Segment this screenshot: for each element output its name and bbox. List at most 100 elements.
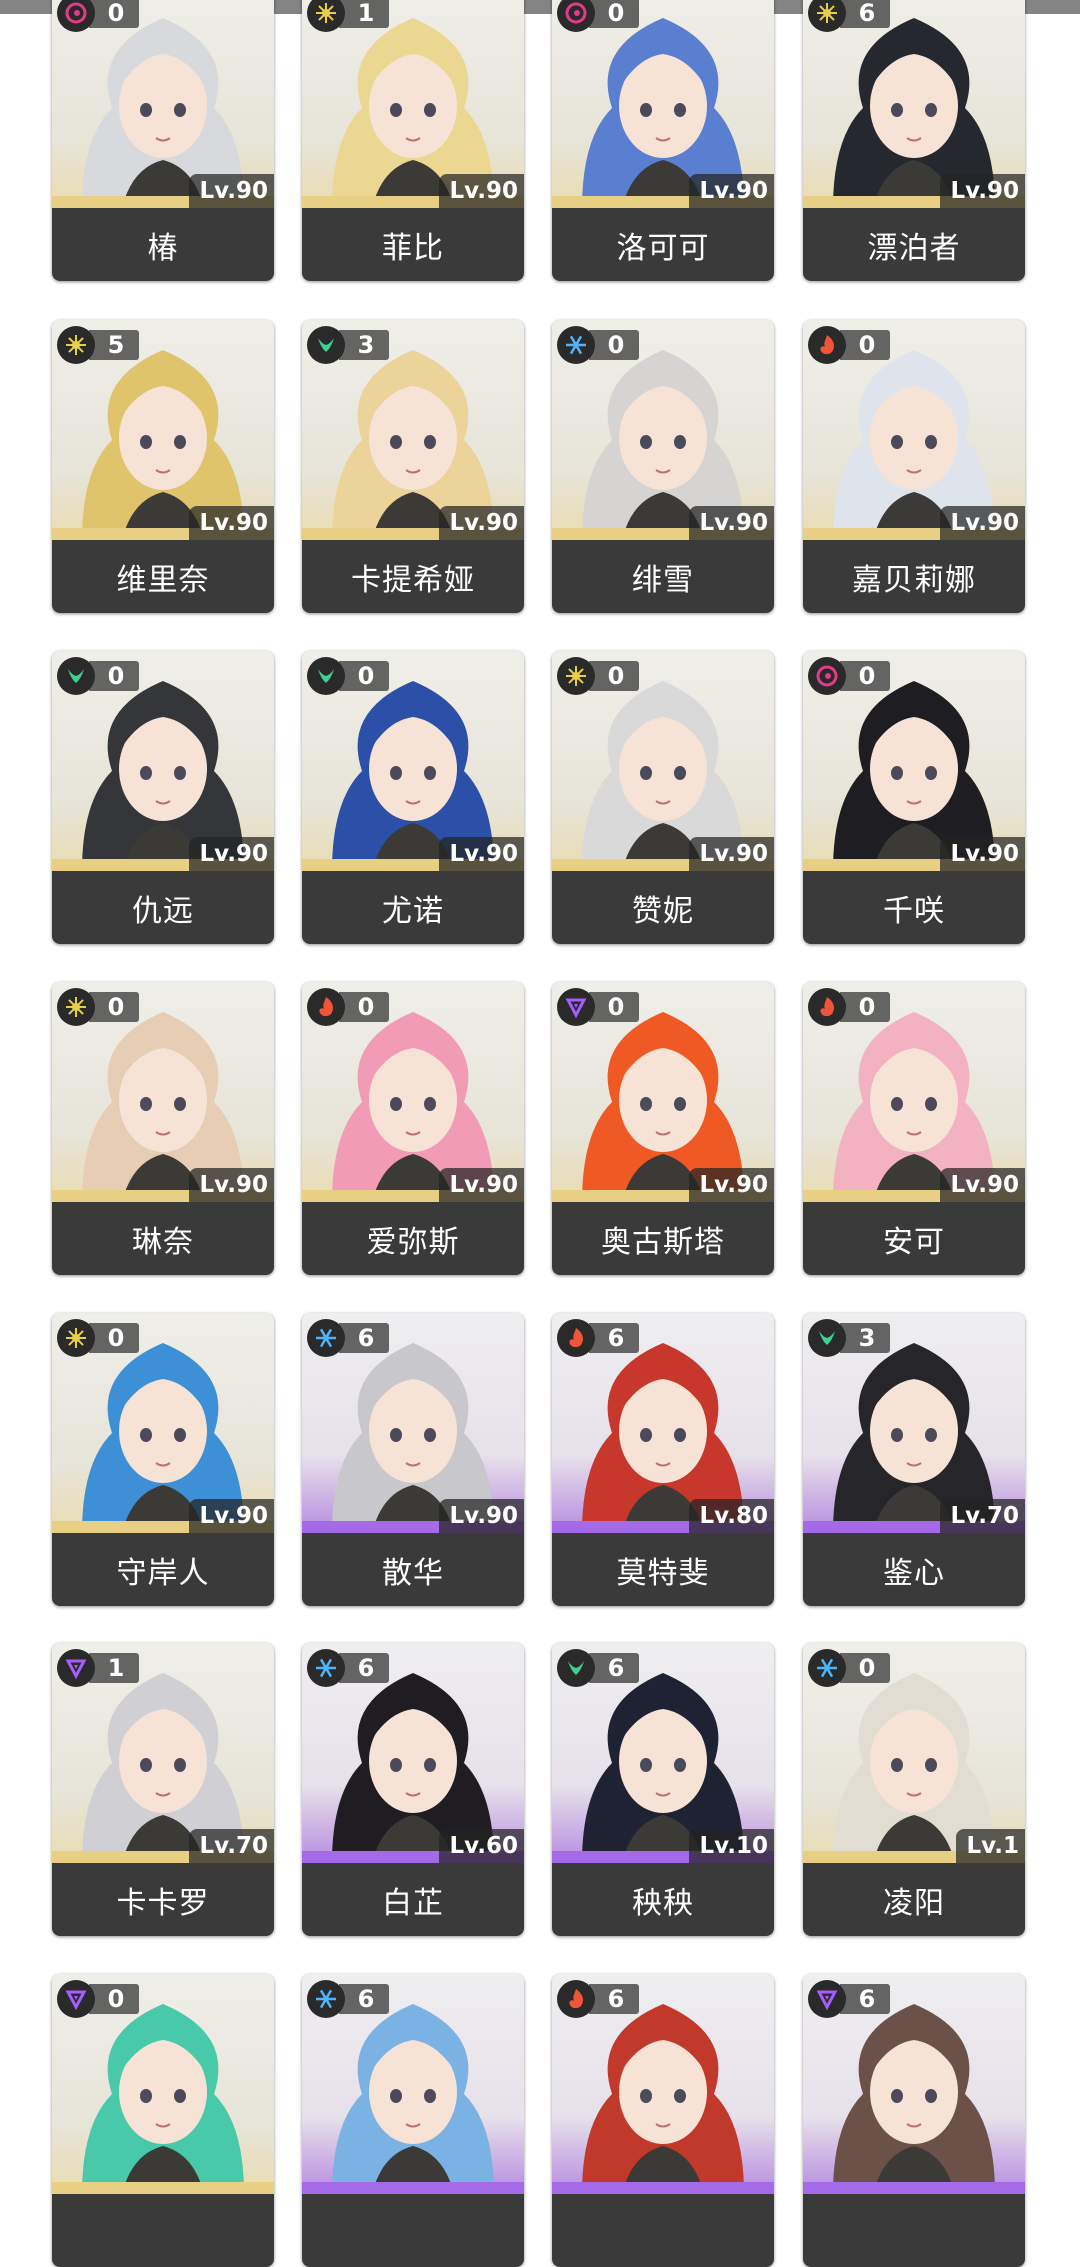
character-card[interactable]: 0 Lv.90 仇远	[52, 651, 274, 944]
resonance-badge: 0	[57, 1979, 139, 2019]
sequence-rank: 6	[840, 1984, 890, 2014]
character-card[interactable]: 6 Lv.60 白芷	[302, 1643, 524, 1936]
level-label: Lv.90	[940, 837, 1025, 871]
aero-icon	[57, 657, 95, 695]
character-card[interactable]: 0 Lv.90 绯雪	[552, 320, 774, 613]
resonance-badge: 0	[808, 325, 890, 365]
level-label: Lv.90	[439, 506, 524, 540]
character-card[interactable]: 1 Lv.70 卡卡罗	[52, 1643, 274, 1936]
spectro-icon	[57, 988, 95, 1026]
character-name: 椿	[52, 208, 274, 281]
resonance-badge: 0	[808, 1648, 890, 1688]
resonance-badge: 3	[808, 1318, 890, 1358]
character-card[interactable]: 0 Lv.90 赞妮	[552, 651, 774, 944]
character-portrait: 0 Lv.90	[52, 651, 274, 871]
sequence-rank: 6	[339, 1653, 389, 1683]
level-label: Lv.70	[189, 1829, 274, 1863]
character-name: 秧秧	[552, 1863, 774, 1936]
electro-icon	[57, 1649, 95, 1687]
resonance-badge: 1	[307, 0, 389, 33]
sequence-rank: 0	[589, 661, 639, 691]
character-portrait: 0 Lv.90	[552, 982, 774, 1202]
character-card[interactable]: 0 Lv.90 爱弥斯	[302, 982, 524, 1275]
character-card[interactable]: 3 Lv.90 卡提希娅	[302, 320, 524, 613]
sequence-rank: 3	[339, 330, 389, 360]
character-card[interactable]: 6 Lv.10 秧秧	[552, 1643, 774, 1936]
character-portrait: 1 Lv.70	[52, 1643, 274, 1863]
character-card[interactable]: 3 Lv.70 鉴心	[803, 1313, 1025, 1606]
resonance-badge: 0	[557, 325, 639, 365]
character-portrait: 0 Lv.90	[302, 982, 524, 1202]
rarity-stripe	[302, 2182, 524, 2194]
character-card[interactable]: 0 Lv.90 千咲	[803, 651, 1025, 944]
character-card[interactable]: 0 Lv.90 嘉贝莉娜	[803, 320, 1025, 613]
sequence-rank: 0	[339, 661, 389, 691]
fusion-icon	[808, 326, 846, 364]
resonance-badge: 6	[808, 1979, 890, 2019]
resonance-badge: 0	[307, 987, 389, 1027]
character-card[interactable]: 5 Lv.90 维里奈	[52, 320, 274, 613]
resonance-badge: 5	[57, 325, 139, 365]
character-card[interactable]: 1 Lv.90 菲比	[302, 0, 524, 281]
sequence-rank: 1	[89, 1653, 139, 1683]
character-card[interactable]: 6 Lv.90 散华	[302, 1313, 524, 1606]
spectro-icon	[57, 1319, 95, 1357]
character-card[interactable]: 0 Lv.1 凌阳	[803, 1643, 1025, 1936]
level-label: Lv.90	[439, 1168, 524, 1202]
level-label: Lv.70	[940, 1499, 1025, 1533]
character-name: 绯雪	[552, 540, 774, 613]
character-card[interactable]: 0 Lv.90 安可	[803, 982, 1025, 1275]
character-card[interactable]: 0 Lv.90 奥古斯塔	[552, 982, 774, 1275]
character-card[interactable]: 6	[302, 1974, 524, 2267]
character-card[interactable]: 0 Lv.90 尤诺	[302, 651, 524, 944]
character-name	[302, 2194, 524, 2267]
character-name: 尤诺	[302, 871, 524, 944]
character-card[interactable]: 0 Lv.90 守岸人	[52, 1313, 274, 1606]
character-portrait: 0 Lv.90	[52, 1313, 274, 1533]
level-label: Lv.90	[940, 506, 1025, 540]
electro-icon	[557, 988, 595, 1026]
character-portrait: 6	[803, 1974, 1025, 2194]
character-card[interactable]: 0 Lv.90 琳奈	[52, 982, 274, 1275]
rarity-stripe	[52, 2182, 274, 2194]
sequence-rank: 0	[89, 661, 139, 691]
resonance-badge: 0	[557, 987, 639, 1027]
resonance-badge: 0	[307, 656, 389, 696]
character-portrait: 0 Lv.90	[52, 0, 274, 208]
character-card[interactable]: 6 Lv.80 莫特斐	[552, 1313, 774, 1606]
character-card[interactable]: 0	[52, 1974, 274, 2267]
resonance-badge: 6	[557, 1648, 639, 1688]
resonance-badge: 6	[808, 0, 890, 33]
character-card[interactable]: 6 Lv.90 漂泊者	[803, 0, 1025, 281]
level-label: Lv.1	[956, 1829, 1025, 1863]
character-card[interactable]: 6	[803, 1974, 1025, 2267]
character-card[interactable]: 0 Lv.90 椿	[52, 0, 274, 281]
character-portrait: 6 Lv.80	[552, 1313, 774, 1533]
fusion-icon	[557, 1980, 595, 2018]
level-label: Lv.90	[439, 1499, 524, 1533]
character-portrait: 6 Lv.90	[302, 1313, 524, 1533]
sequence-rank: 1	[339, 0, 389, 28]
spectro-icon	[57, 326, 95, 364]
character-name: 仇远	[52, 871, 274, 944]
character-portrait: 0 Lv.90	[803, 982, 1025, 1202]
rarity-stripe	[552, 2182, 774, 2194]
aero-icon	[557, 1649, 595, 1687]
aero-icon	[307, 657, 345, 695]
character-name: 洛可可	[552, 208, 774, 281]
character-name: 奥古斯塔	[552, 1202, 774, 1275]
character-card[interactable]: 0 Lv.90 洛可可	[552, 0, 774, 281]
level-label: Lv.90	[940, 174, 1025, 208]
sequence-rank: 0	[89, 0, 139, 28]
character-portrait: 3 Lv.70	[803, 1313, 1025, 1533]
sequence-rank: 0	[840, 661, 890, 691]
sequence-rank: 0	[589, 992, 639, 1022]
resonance-badge: 6	[307, 1318, 389, 1358]
level-label: Lv.90	[189, 506, 274, 540]
sequence-rank: 6	[339, 1323, 389, 1353]
sequence-rank: 0	[840, 1653, 890, 1683]
character-name: 菲比	[302, 208, 524, 281]
character-card[interactable]: 6	[552, 1974, 774, 2267]
electro-icon	[57, 1980, 95, 2018]
level-label: Lv.90	[689, 506, 774, 540]
